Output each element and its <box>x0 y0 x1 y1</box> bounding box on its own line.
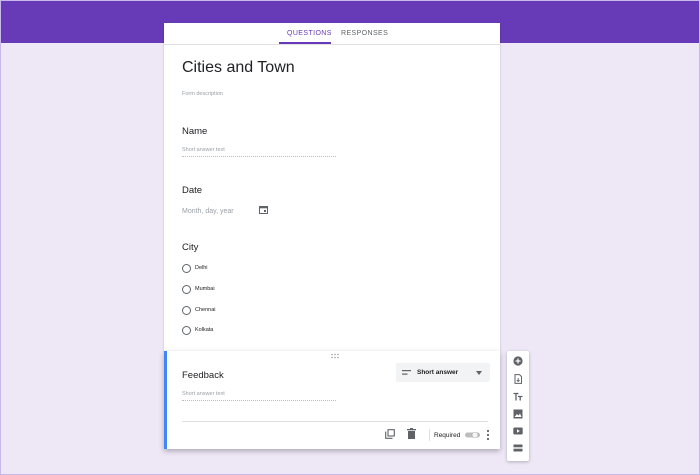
date-answer-field[interactable]: Month, day, year <box>182 208 234 215</box>
question-type-dropdown[interactable]: Short answer <box>396 363 490 382</box>
import-questions-icon[interactable] <box>513 374 523 384</box>
add-question-icon[interactable] <box>513 356 523 366</box>
copy-icon[interactable] <box>385 429 395 439</box>
radio-button[interactable] <box>182 306 191 315</box>
active-tab-indicator <box>279 42 331 44</box>
drag-handle-icon[interactable] <box>330 353 340 359</box>
tab-responses[interactable]: RESPONSES <box>341 30 388 37</box>
add-title-icon[interactable] <box>513 392 523 402</box>
form-card: QUESTIONS RESPONSES Cities and Town Form… <box>164 23 500 351</box>
form-title[interactable]: Cities and Town <box>182 59 295 77</box>
radio-button[interactable] <box>182 264 191 273</box>
option-label: Mumbai <box>195 286 215 292</box>
add-video-icon[interactable] <box>513 426 523 436</box>
option-label: Kolkata <box>195 327 214 333</box>
trash-icon[interactable] <box>407 428 416 439</box>
active-question-card[interactable]: Feedback Short answer text Short answer … <box>164 351 500 449</box>
question-feedback-title[interactable]: Feedback <box>182 370 224 381</box>
add-image-icon[interactable] <box>513 409 523 419</box>
tab-bar: QUESTIONS RESPONSES <box>164 23 500 45</box>
calendar-icon[interactable] <box>259 206 268 214</box>
add-section-icon[interactable] <box>513 443 523 453</box>
side-toolbar <box>507 351 529 461</box>
footer-separator <box>429 429 430 441</box>
radio-button[interactable] <box>182 326 191 335</box>
required-label: Required <box>434 432 461 439</box>
name-answer-field[interactable]: Short answer text <box>182 147 336 157</box>
form-description-field[interactable]: Form description <box>182 91 223 97</box>
chevron-down-icon <box>476 371 482 375</box>
feedback-answer-field: Short answer text <box>182 391 336 401</box>
radio-button[interactable] <box>182 285 191 294</box>
question-type-label: Short answer <box>417 369 459 376</box>
short-text-icon <box>402 370 411 375</box>
tab-questions[interactable]: QUESTIONS <box>287 30 332 37</box>
footer-divider <box>182 421 488 422</box>
question-name-label[interactable]: Name <box>182 126 207 137</box>
required-toggle[interactable] <box>464 432 480 438</box>
option-label: Chennai <box>195 307 216 313</box>
question-date-label[interactable]: Date <box>182 185 202 196</box>
question-city-label[interactable]: City <box>182 242 198 253</box>
more-vert-icon[interactable] <box>486 429 490 441</box>
option-label: Delhi <box>195 265 208 271</box>
